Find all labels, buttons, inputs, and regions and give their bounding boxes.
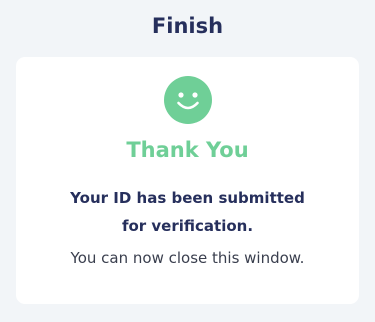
close-window-note: You can now close this window. (70, 249, 305, 267)
thank-you-heading: Thank You (126, 138, 249, 162)
submission-message: Your ID has been submitted for verificat… (70, 189, 305, 235)
confirmation-card: Thank You Your ID has been submitted for… (16, 57, 359, 304)
page-title: Finish (151, 14, 224, 38)
smiley-face-icon (164, 76, 212, 124)
